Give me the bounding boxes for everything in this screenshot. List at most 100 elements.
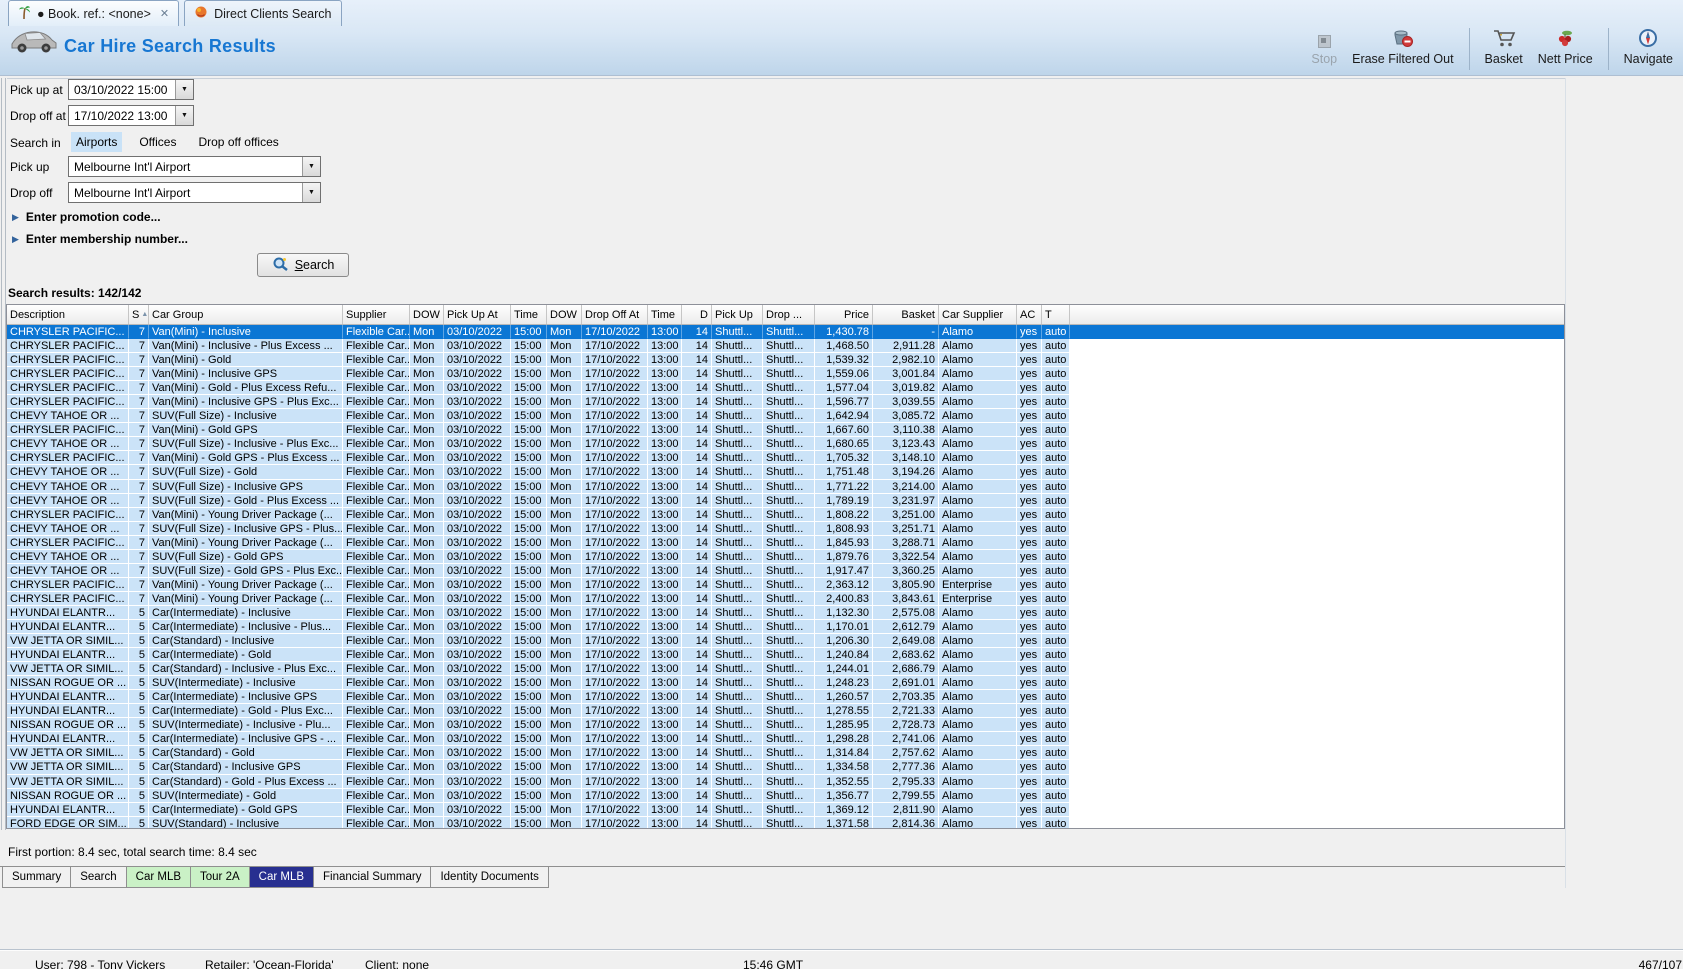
nett-price-button[interactable]: Nett Price	[1538, 26, 1593, 66]
chevron-down-icon[interactable]: ▼	[175, 106, 193, 125]
basket-button[interactable]: Basket	[1485, 26, 1523, 66]
cell-pick_up_at: 03/10/2022	[444, 535, 511, 550]
table-row[interactable]: CHEVY TAHOE OR ... 7 SUV(Full Size) - Gold…	[7, 465, 1564, 480]
cell-s: 7	[129, 367, 149, 382]
column-header-filler[interactable]	[1070, 305, 1564, 324]
table-row[interactable]: HYUNDAI ELANTR... 5 Car(Intermediate) - In…	[7, 732, 1564, 747]
column-header-s[interactable]: S ▲	[129, 305, 149, 324]
pick-up-at-combobox[interactable]: 03/10/2022 15:00 ▼	[68, 79, 194, 100]
table-row[interactable]: HYUNDAI ELANTR... 5 Car(Intermediate) - Go…	[7, 802, 1564, 817]
table-row[interactable]: NISSAN ROGUE OR ... 5 SUV(Intermediate) - …	[7, 718, 1564, 733]
bottom-tab-car-mlb[interactable]: Car MLB	[248, 866, 315, 888]
column-header-time[interactable]: Time	[511, 305, 547, 324]
table-row[interactable]: CHEVY TAHOE OR ... 7 SUV(Full Size) - Incl…	[7, 521, 1564, 536]
table-row[interactable]: HYUNDAI ELANTR... 5 Car(Intermediate) - In…	[7, 605, 1564, 620]
table-row[interactable]: CHRYSLER PACIFIC... 7 Van(Mini) - Inclusiv…	[7, 339, 1564, 354]
cell-drop: Shuttl...	[763, 676, 815, 691]
drop-off-combobox[interactable]: Melbourne Int'l Airport ▼	[68, 182, 321, 203]
table-row[interactable]: CHEVY TAHOE OR ... 7 SUV(Full Size) - Gold…	[7, 563, 1564, 578]
table-row[interactable]: HYUNDAI ELANTR... 5 Car(Intermediate) - Go…	[7, 704, 1564, 719]
status-bar: User: 798 - Tony Vickers Retailer: 'Ocea…	[0, 949, 1683, 969]
bottom-tab-search[interactable]: Search	[70, 866, 127, 888]
column-header-drop[interactable]: Drop ...	[763, 305, 815, 324]
search-in-drop-off-offices[interactable]: Drop off offices	[193, 132, 283, 152]
table-row[interactable]: FORD EDGE OR SIM... 5 SUV(Standard) - Incl…	[7, 816, 1564, 828]
column-header-description[interactable]: Description	[7, 305, 129, 324]
table-row[interactable]: CHEVY TAHOE OR ... 7 SUV(Full Size) - Incl…	[7, 437, 1564, 452]
table-row[interactable]: CHRYSLER PACIFIC... 7 Van(Mini) - Gold - P…	[7, 381, 1564, 396]
table-row[interactable]: HYUNDAI ELANTR... 5 Car(Intermediate) - In…	[7, 619, 1564, 635]
table-row[interactable]: CHRYSLER PACIFIC... 7 Van(Mini) - Inclusiv…	[7, 325, 1564, 340]
bottom-tab-identity-documents[interactable]: Identity Documents	[430, 866, 549, 888]
navigate-button[interactable]: Navigate	[1624, 26, 1673, 66]
bottom-tab-financial-summary[interactable]: Financial Summary	[313, 866, 432, 888]
cell-ac: yes	[1017, 746, 1042, 761]
column-header-time2[interactable]: Time	[648, 305, 682, 324]
search-in-airports[interactable]: Airports	[71, 132, 123, 152]
table-row[interactable]: VW JETTA OR SIMIL... 5 Car(Standard) - Gol…	[7, 746, 1564, 761]
close-icon[interactable]: ✕	[160, 7, 169, 20]
chevron-down-icon[interactable]: ▼	[302, 157, 320, 176]
column-header-basket[interactable]: Basket	[873, 305, 939, 324]
column-header-car_group[interactable]: Car Group	[149, 305, 343, 324]
table-row[interactable]: CHRYSLER PACIFIC... 7 Van(Mini) - Young Dr…	[7, 577, 1564, 592]
table-row[interactable]: HYUNDAI ELANTR... 5 Car(Intermediate) - Go…	[7, 648, 1564, 663]
tab-direct-clients-search[interactable]: Direct Clients Search	[184, 0, 342, 26]
column-header-supplier[interactable]: Supplier	[343, 305, 410, 324]
table-row[interactable]: CHRYSLER PACIFIC... 7 Van(Mini) - Gold Flex…	[7, 353, 1564, 368]
column-header-price[interactable]: Price	[815, 305, 873, 324]
bottom-tab-car-mlb[interactable]: Car MLB	[125, 866, 192, 888]
table-row[interactable]: CHRYSLER PACIFIC... 7 Van(Mini) - Young Dr…	[7, 535, 1564, 550]
column-header-pick_up[interactable]: Pick Up	[712, 305, 763, 324]
cell-ac: yes	[1017, 423, 1042, 438]
column-header-dow[interactable]: DOW	[410, 305, 444, 324]
drop-off-at-combobox[interactable]: 17/10/2022 13:00 ▼	[68, 105, 194, 126]
cell-drop: Shuttl...	[763, 535, 815, 550]
cell-basket: 2,721.33	[873, 704, 939, 719]
column-header-ac[interactable]: AC	[1017, 305, 1042, 324]
chevron-down-icon[interactable]: ▼	[302, 183, 320, 202]
table-row[interactable]: CHRYSLER PACIFIC... 7 Van(Mini) - Young Dr…	[7, 591, 1564, 606]
cell-ac: yes	[1017, 676, 1042, 691]
table-row[interactable]: CHRYSLER PACIFIC... 7 Van(Mini) - Young Dr…	[7, 507, 1564, 522]
tab-booking-ref[interactable]: ● Book. ref.: <none> ✕	[8, 0, 180, 26]
table-row[interactable]: VW JETTA OR SIMIL... 5 Car(Standard) - Inc…	[7, 634, 1564, 649]
table-row[interactable]: HYUNDAI ELANTR... 5 Car(Intermediate) - In…	[7, 690, 1564, 705]
erase-filtered-out-button[interactable]: Erase Filtered Out	[1352, 26, 1454, 66]
cell-time: 15:00	[511, 381, 547, 396]
cell-dow: Mon	[410, 802, 444, 817]
results-table: Description S ▲ Car Group Supplier DOW Pick Up…	[6, 304, 1565, 829]
promotion-code-expander[interactable]: ▶ Enter promotion code...	[12, 210, 161, 224]
cell-car_group: Car(Standard) - Inclusive - Plus Exc...	[149, 662, 343, 677]
cell-dow2: Mon	[547, 718, 582, 733]
membership-number-expander[interactable]: ▶ Enter membership number...	[12, 232, 188, 246]
table-row[interactable]: CHEVY TAHOE OR ... 7 SUV(Full Size) - Incl…	[7, 479, 1564, 494]
table-row[interactable]: NISSAN ROGUE OR ... 5 SUV(Intermediate) - …	[7, 676, 1564, 691]
chevron-down-icon[interactable]: ▼	[175, 80, 193, 99]
table-row[interactable]: CHEVY TAHOE OR ... 7 SUV(Full Size) - Incl…	[7, 409, 1564, 424]
column-header-car_supplier[interactable]: Car Supplier	[939, 305, 1017, 324]
cell-time: 15:00	[511, 774, 547, 789]
table-row[interactable]: CHRYSLER PACIFIC... 7 Van(Mini) - Inclusiv…	[7, 367, 1564, 382]
status-counter: 467/107	[1638, 958, 1682, 969]
table-row[interactable]: CHEVY TAHOE OR ... 7 SUV(Full Size) - Gold…	[7, 549, 1564, 564]
table-row[interactable]: CHEVY TAHOE OR ... 7 SUV(Full Size) - Gold…	[7, 493, 1564, 508]
table-row[interactable]: NISSAN ROGUE OR ... 5 SUV(Intermediate) - …	[7, 788, 1564, 803]
table-row[interactable]: CHRYSLER PACIFIC... 7 Van(Mini) - Inclusiv…	[7, 395, 1564, 410]
cell-d: 14	[682, 788, 712, 803]
column-header-dow2[interactable]: DOW	[547, 305, 582, 324]
search-button[interactable]: Search	[257, 253, 349, 277]
pick-up-combobox[interactable]: Melbourne Int'l Airport ▼	[68, 156, 321, 177]
bottom-tab-tour-2a[interactable]: Tour 2A	[190, 866, 250, 888]
table-row[interactable]: VW JETTA OR SIMIL... 5 Car(Standard) - Inc…	[7, 662, 1564, 677]
column-header-drop_off_at[interactable]: Drop Off At	[582, 305, 648, 324]
column-header-t[interactable]: T	[1042, 305, 1070, 324]
search-in-offices[interactable]: Offices	[134, 132, 181, 152]
table-row[interactable]: CHRYSLER PACIFIC... 7 Van(Mini) - Gold GPS…	[7, 423, 1564, 438]
table-row[interactable]: VW JETTA OR SIMIL... 5 Car(Standard) - Inc…	[7, 760, 1564, 775]
bottom-tab-summary[interactable]: Summary	[2, 866, 72, 888]
column-header-pick_up_at[interactable]: Pick Up At	[444, 305, 511, 324]
table-row[interactable]: CHRYSLER PACIFIC... 7 Van(Mini) - Gold GPS…	[7, 451, 1564, 466]
table-row[interactable]: VW JETTA OR SIMIL... 5 Car(Standard) - Gol…	[7, 774, 1564, 789]
column-header-d[interactable]: D	[682, 305, 712, 324]
